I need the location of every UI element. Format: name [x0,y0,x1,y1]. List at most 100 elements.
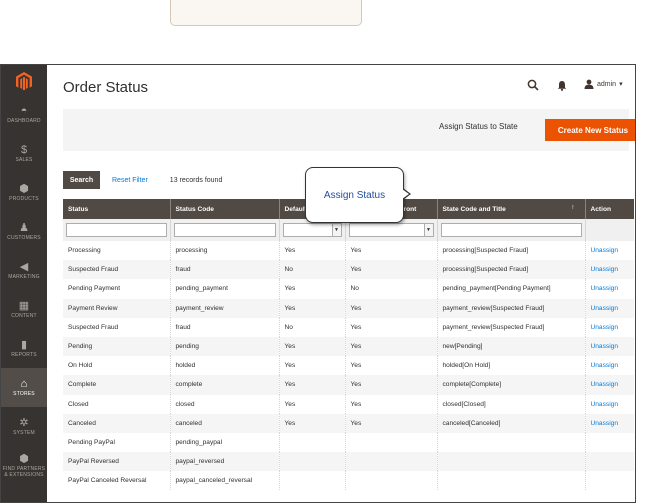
sidebar-item-find-partners-extensions[interactable]: ⬢ FIND PARTNERS & EXTENSIONS [1,446,47,485]
grid-toolbar: Search Reset Filter 13 records found [63,171,222,189]
cell-status: PayPal Canceled Reversal [68,477,147,485]
cell-status: Complete [63,375,170,395]
assign-status-callout: Assign Status [305,167,411,223]
column-header-action: Action [584,199,634,219]
sort-ascending-icon: ↑ [571,204,575,211]
table-row[interactable]: Payment Review payment_review Yes Yes paymen… [63,298,634,318]
cell-status: Pending [63,336,170,357]
cell-default-status: Yes [278,394,345,414]
reset-filter-link[interactable]: Reset Filter [112,177,148,184]
cell-visible-on-storefront: Yes [344,317,437,337]
cell-state-code-title: payment_review[Suspected Fraud] [436,298,585,318]
search-button[interactable]: Search [63,171,100,189]
cell-action [584,432,634,453]
cell-default-status [278,452,345,472]
unassign-link[interactable]: Unassign [584,413,634,433]
sidebar-item-system[interactable]: ✲ SYSTEM [1,407,47,446]
cell-status-code: fraud [169,260,279,280]
table-row[interactable]: PayPal Reversed paypal_reversed [63,452,634,472]
default-status-filter-select[interactable]: ▼ [282,223,342,237]
unassign-link[interactable]: Unassign [584,394,634,414]
table-row[interactable]: PayPal Canceled Reversal paypal_canceled_… [63,471,634,491]
cell-action [584,471,634,491]
table-row[interactable]: Pending Payment pending_payment Yes No pendi… [63,279,634,299]
sidebar-item-label: DASHBOARD [7,118,41,124]
unassign-link[interactable]: Unassign [584,298,634,318]
cell-status: Payment Review [63,298,170,318]
unassign-link[interactable]: Unassign [584,375,634,395]
search-icon[interactable] [527,79,539,91]
cell-state-code-title: holded[On Hold] [436,356,585,376]
user-menu[interactable]: admin ▾ [584,79,623,89]
user-name: admin [597,80,617,88]
sidebar-item-customers[interactable]: ♟ CUSTOMERS [1,212,47,251]
sidebar-item-label: MARKETING [8,274,40,280]
sidebar-item-dashboard[interactable]: ◓ DASHBOARD [1,95,47,134]
cell-action [584,452,634,472]
chevron-down-icon: ▼ [423,224,433,236]
state-code-filter-input[interactable] [440,223,582,237]
table-row[interactable]: On Hold holded Yes Yes holded[On Hold] Unassi… [63,356,634,376]
table-row[interactable]: Closed closed Yes Yes closed[Closed] Unassign [63,394,634,414]
cell-status-code: processing [169,241,279,261]
status-filter-input[interactable] [66,223,167,237]
cell-visible-on-storefront [344,432,437,453]
sidebar-item-label: CUSTOMERS [7,235,41,241]
unassign-link[interactable]: Unassign [584,356,634,376]
cell-status-code: holded [169,356,279,376]
column-header-state-code[interactable]: State Code and Title ↑ [436,199,585,219]
bell-icon[interactable] [557,80,567,91]
cell-visible-on-storefront [344,452,437,472]
cell-status: Pending Payment [68,285,121,293]
column-header-status[interactable]: Status [63,199,170,219]
cell-visible-on-storefront: Yes [344,260,437,280]
speedometer-icon: ◓ [20,105,28,117]
sidebar-item-stores[interactable]: ⌂ STORES [1,368,47,407]
cell-status-code: paypal_canceled_reversal [169,471,279,491]
unassign-link[interactable]: Unassign [584,260,634,280]
order-status-grid: Status Status Code Default Status Visibl… [63,199,634,491]
cell-default-status: Yes [278,279,345,299]
create-new-status-button[interactable]: Create New Status [545,119,635,141]
sidebar-item-reports[interactable]: ▮ REPORTS [1,329,47,368]
page-title: Order Status [63,79,149,96]
table-row[interactable]: Complete complete Yes Yes complete[Complete]… [63,375,634,395]
table-row[interactable]: Canceled canceled Yes Yes canceled[Canceled]… [63,413,634,433]
cell-state-code-title: pending_payment[Pending Payment] [436,279,585,299]
unassign-link[interactable]: Unassign [584,317,634,337]
cell-state-code-title: canceled[Canceled] [436,413,585,433]
sidebar-item-products[interactable]: ⬢ PRODUCTS [1,173,47,212]
cell-status-code: closed [169,394,279,414]
records-count: 13 records found [169,176,223,184]
table-row[interactable]: Suspected Fraud fraud No Yes processing[Susp… [63,260,634,280]
cell-visible-on-storefront: Yes [344,336,437,357]
unassign-link[interactable]: Unassign [584,241,634,261]
sidebar-item-marketing[interactable]: ◀ MARKETING [1,251,47,290]
column-header-state-code-label: State Code and Title [442,205,506,213]
assign-status-button[interactable]: Assign Status to State [439,122,518,131]
table-row[interactable]: Pending PayPal pending_paypal [63,432,634,453]
cell-status-code: canceled [169,413,279,433]
status-code-filter-input[interactable] [173,223,276,237]
sidebar-item-sales[interactable]: $ SALES [1,134,47,173]
sidebar-item-content[interactable]: ▦ CONTENT [1,290,47,329]
unassign-link[interactable]: Unassign [584,279,634,299]
cell-visible-on-storefront: Yes [344,375,437,395]
cell-status-code: pending [169,336,279,357]
table-row[interactable]: Pending pending Yes Yes new[Pending] Unassign [63,336,634,357]
column-header-status-code[interactable]: Status Code [169,199,279,219]
cell-status-code: pending_payment [169,279,279,299]
table-row[interactable]: Suspected Fraud fraud No Yes payment_review[… [63,317,634,337]
cell-status: Canceled [63,413,170,433]
magento-logo[interactable] [1,67,47,95]
page-actions-bar: Assign Status to State Create New Status [63,109,635,151]
cell-state-code-title: payment_review[Suspected Fraud] [436,317,585,337]
sidebar-item-label: FIND PARTNERS & EXTENSIONS [2,466,46,478]
unassign-link[interactable]: Unassign [584,336,634,357]
dollar-icon: $ [20,144,28,156]
visible-storefront-filter-select[interactable]: ▼ [348,223,434,237]
table-row[interactable]: Processing processing Yes Yes processing[Sus… [63,241,634,261]
cell-visible-on-storefront: Yes [344,394,437,414]
cell-status-code: complete [169,375,279,395]
cell-default-status: Yes [278,356,345,376]
